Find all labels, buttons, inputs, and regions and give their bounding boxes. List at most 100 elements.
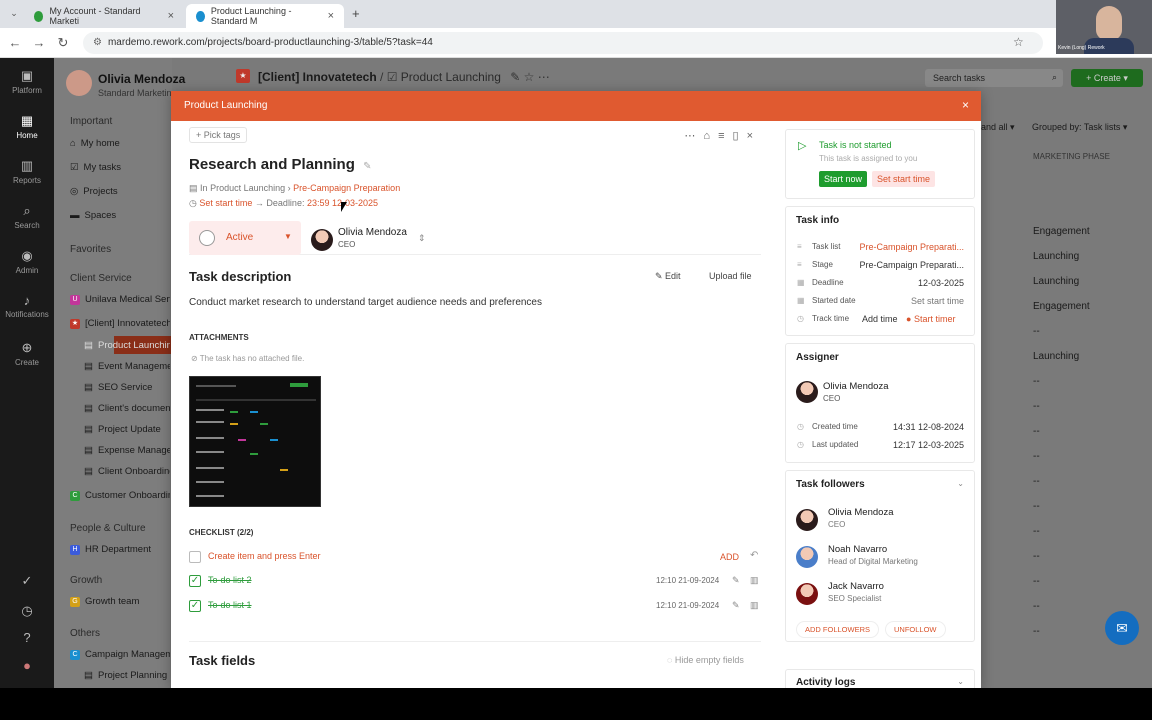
- sidebar-item-project-update[interactable]: ▤ Project Update: [84, 424, 170, 435]
- undo-icon[interactable]: ↶: [750, 550, 758, 561]
- sidebar-item-product-launching[interactable]: ▤ Product Launching: [84, 340, 170, 351]
- rail-create[interactable]: ⊕ Create: [0, 340, 54, 367]
- rail-help[interactable]: ?: [0, 630, 54, 647]
- task-info-title: Task info: [796, 215, 840, 226]
- hide-empty-fields-toggle[interactable]: ◌ Hide empty fields: [667, 655, 744, 665]
- task-title[interactable]: Research and Planning ✎: [189, 156, 371, 173]
- sidebar-item-spaces[interactable]: ▬ Spaces: [70, 210, 170, 221]
- rail-home[interactable]: ▦ Home: [0, 113, 54, 140]
- hide-empty-label: Hide empty fields: [674, 655, 744, 665]
- rail-reports[interactable]: ▥ Reports: [0, 158, 54, 185]
- start-now-button[interactable]: Start now: [819, 171, 868, 187]
- task-list-link[interactable]: Pre-Campaign Preparation: [293, 183, 400, 193]
- status-select[interactable]: Active ▼: [189, 221, 301, 255]
- checkbox-checked[interactable]: ✓: [189, 575, 201, 587]
- url-field[interactable]: ⚙ mardemo.rework.com/projects/board-prod…: [83, 31, 1043, 54]
- back-icon[interactable]: ←: [3, 35, 27, 50]
- tab-product-launching[interactable]: Product Launching - Standard M ×: [186, 4, 344, 28]
- checklist-item-text[interactable]: To-do list 1: [208, 600, 252, 610]
- minimize-icon[interactable]: ≡: [718, 130, 732, 142]
- rail-admin[interactable]: ◉ Admin: [0, 248, 54, 275]
- breadcrumb-client[interactable]: [Client] Innovatetech: [258, 70, 377, 84]
- sidebar-item-innovatetech[interactable]: ★ [Client] Innovatetech: [70, 318, 170, 329]
- person-head: [1096, 6, 1122, 40]
- edit-description-button[interactable]: ✎ Edit: [655, 271, 681, 282]
- start-timer-button[interactable]: ● Start timer: [906, 314, 955, 324]
- task-list-value[interactable]: Pre-Campaign Preparati...: [854, 242, 964, 252]
- sidebar-item-client-onboarding[interactable]: ▤ Client Onboarding: [84, 466, 170, 477]
- started-date-value[interactable]: Set start time: [911, 296, 964, 306]
- upload-file-button[interactable]: Upload file: [709, 271, 752, 281]
- edit-project-icon[interactable]: ✎ ☆ ⋯: [510, 70, 549, 84]
- rail-clock[interactable]: ◷: [0, 603, 54, 621]
- site-info-icon[interactable]: ⚙: [93, 37, 102, 48]
- sidebar-item-seo-service[interactable]: ▤ SEO Service: [84, 382, 170, 393]
- stage-value[interactable]: Pre-Campaign Preparati...: [854, 260, 964, 270]
- search-tasks-input[interactable]: Search tasks ⌕: [925, 69, 1063, 87]
- create-button[interactable]: + Create ▾: [1071, 69, 1143, 87]
- swap-icon[interactable]: ⇕: [418, 233, 426, 244]
- sidebar-item-customer-onboarding[interactable]: C Customer Onboardin: [70, 490, 170, 501]
- trash-icon[interactable]: ▥: [750, 600, 759, 611]
- follower-item[interactable]: Olivia Mendoza CEO: [796, 507, 966, 537]
- add-followers-button[interactable]: ADD FOLLOWERS: [796, 621, 880, 638]
- tab-my-account[interactable]: My Account - Standard Marketi ×: [24, 4, 184, 28]
- sidebar-item-campaign-management[interactable]: C Campaign Manageme: [70, 649, 170, 660]
- add-time-button[interactable]: Add time: [862, 314, 898, 324]
- sidebar-item-unilava[interactable]: U Unilava Medical Serv: [70, 294, 170, 305]
- add-item-button[interactable]: ADD: [720, 552, 739, 562]
- project-link[interactable]: Product Launching: [210, 183, 285, 193]
- sidebar-item-clients-document[interactable]: ▤ Client's document: [84, 403, 170, 414]
- sidebar-item-label: Project Planning: [97, 670, 168, 681]
- edit-title-icon[interactable]: ✎: [363, 161, 371, 172]
- modal-close-icon[interactable]: ×: [962, 98, 969, 112]
- sidebar-item-project-planning[interactable]: ▤ Project Planning: [84, 670, 170, 681]
- sidebar-item-projects[interactable]: ◎ Projects: [70, 186, 170, 197]
- rail-platform[interactable]: ▣ Platform: [0, 68, 54, 95]
- rail-search[interactable]: ⌕ Search: [0, 203, 54, 230]
- new-item-input[interactable]: Create item and press Enter: [208, 551, 321, 561]
- pick-tags-button[interactable]: + Pick tags: [189, 127, 248, 143]
- home-icon[interactable]: ⌂: [703, 130, 718, 142]
- board-icon: ▤: [84, 445, 93, 456]
- forward-icon[interactable]: →: [27, 35, 51, 50]
- sidebar-item-event-management[interactable]: ▤ Event Management: [84, 361, 170, 372]
- checklist-item-text[interactable]: To-do list 2: [208, 575, 252, 585]
- chat-button[interactable]: ✉: [1105, 611, 1139, 645]
- sidebar-item-my-home[interactable]: ⌂ My home: [70, 138, 170, 149]
- deadline-value[interactable]: 12-03-2025: [918, 278, 964, 288]
- trash-icon[interactable]: ▥: [750, 575, 759, 586]
- rail-label: Platform: [12, 86, 42, 95]
- rail-notifications[interactable]: ♪ Notifications: [0, 293, 54, 319]
- projects-icon: ◎: [70, 186, 79, 197]
- attachment-thumbnail[interactable]: [189, 376, 321, 507]
- chevron-down-icon[interactable]: ⌄: [957, 677, 964, 686]
- new-tab-icon[interactable]: +: [352, 6, 360, 21]
- rail-check[interactable]: ✓: [0, 573, 54, 591]
- follower-item[interactable]: Noah Navarro Head of Digital Marketing: [796, 544, 966, 574]
- sidebar-item-my-tasks[interactable]: ☑ My tasks: [70, 162, 170, 173]
- more-icon[interactable]: ⋯: [684, 130, 703, 142]
- chevron-down-icon[interactable]: ⌄: [957, 479, 964, 488]
- breadcrumb-project[interactable]: Product Launching: [401, 70, 501, 84]
- set-start-time-link[interactable]: Set start time: [199, 198, 252, 208]
- bookmark-icon[interactable]: ▯: [733, 130, 747, 142]
- tab-search-icon[interactable]: ⌄: [2, 8, 26, 19]
- follower-role: Head of Digital Marketing: [828, 557, 918, 566]
- checkbox-checked[interactable]: ✓: [189, 600, 201, 612]
- sidebar-item-expense-manage[interactable]: ▤ Expense Manage: [84, 445, 170, 456]
- tab-title: My Account - Standard Marketi: [49, 6, 141, 26]
- rail-avatar[interactable]: ●: [0, 658, 54, 675]
- edit-icon[interactable]: ✎: [732, 600, 740, 611]
- bookmark-star-icon[interactable]: ☆: [1013, 35, 1024, 49]
- follower-item[interactable]: Jack Navarro SEO Specialist: [796, 581, 966, 611]
- close-tab-icon[interactable]: ×: [168, 10, 174, 22]
- sidebar-item-hr-department[interactable]: H HR Department: [70, 544, 170, 555]
- close-icon[interactable]: ×: [747, 130, 761, 142]
- reload-icon[interactable]: ↻: [51, 35, 75, 51]
- close-tab-icon[interactable]: ×: [328, 10, 334, 22]
- edit-icon[interactable]: ✎: [732, 575, 740, 586]
- set-start-time-button[interactable]: Set start time: [872, 171, 936, 187]
- sidebar-item-growth-team[interactable]: G Growth team: [70, 596, 170, 607]
- unfollow-button[interactable]: UNFOLLOW: [885, 621, 946, 638]
